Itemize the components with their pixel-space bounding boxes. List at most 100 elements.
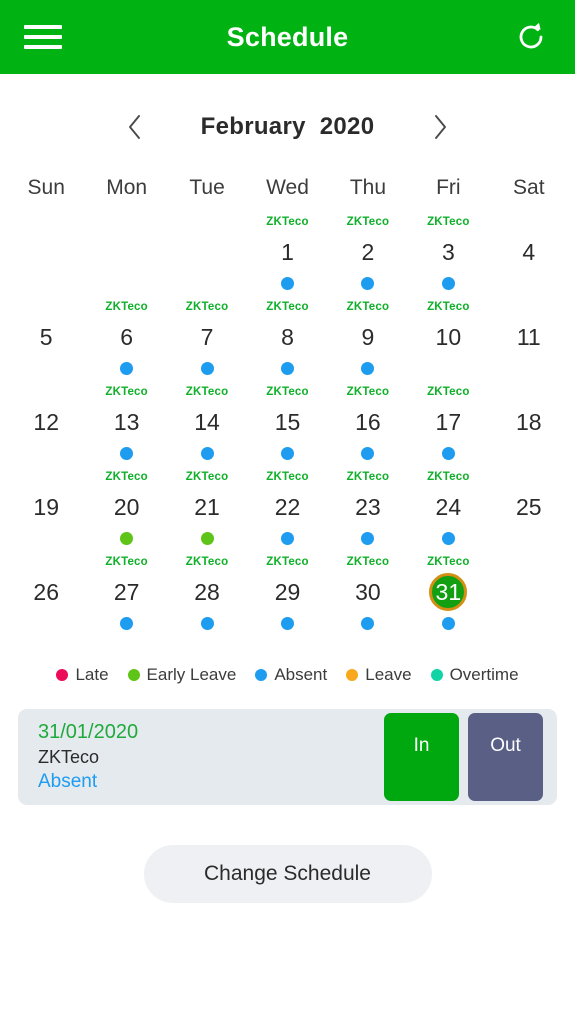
status-dot-absent [280,447,294,460]
calendar-empty-cell: xx [6,210,86,295]
chevron-right-icon[interactable] [413,104,469,150]
calendar-day-cell[interactable]: ZKTeco 22 [247,465,327,550]
page-title: Schedule [226,21,349,52]
status-dot-absent [441,277,455,290]
legend-label: Early Leave [146,665,237,684]
status-dot-absent [280,277,294,290]
day-of-week-tue: Tue [189,176,225,199]
calendar-day-cell[interactable]: ZKTeco 2 [328,210,408,295]
status-dot-absent [280,532,294,545]
day-shift-label: ZKTeco [427,556,470,568]
day-number: 21 [194,494,220,520]
calendar-day-cell[interactable]: x18 [489,380,569,465]
calendar-week-row: x5 ZKTeco 6 ZKTeco 7 ZKTeco 8 ZKTeco 9 ZKTeco 10 x1… [6,295,569,380]
day-shift-label: ZKTeco [185,471,229,483]
status-dot-absent [441,617,455,630]
day-number: 13 [113,409,140,435]
calendar-day-cell[interactable]: x5 [6,295,86,380]
day-number: 27 [113,579,140,605]
day-number: 16 [355,409,381,435]
calendar-day-cell[interactable]: ZKTeco 9 [328,295,408,380]
month-name: February [200,113,306,140]
calendar-day-cell[interactable]: ZKTeco 24 [408,465,488,550]
day-number: 26 [33,579,59,605]
change-schedule-button[interactable]: Change Schedule [143,845,432,903]
hamburger-bar [24,45,62,49]
day-detail-info: 31/01/2020 ZKTeco Absent [38,721,384,793]
calendar-day-cell[interactable]: ZKTeco 14 [167,380,247,465]
calendar-day-cell[interactable]: ZKTeco 30 [328,550,408,635]
legend-dot-early-leave [127,669,140,681]
day-number: 14 [194,409,220,435]
calendar-day-cell[interactable]: x4 [489,210,569,295]
day-shift-label: ZKTeco [266,216,309,228]
calendar-week-row: xxxxxx ZKTeco 1 ZKTeco 2 ZKTeco 3 x4 [6,210,569,295]
calendar-day-cell[interactable]: x12 [6,380,86,465]
status-dot-absent [200,447,214,460]
day-shift-label: ZKTeco [266,386,309,398]
day-shift-label: ZKTeco [427,386,470,398]
status-dot-absent [200,362,214,375]
hamburger-menu-icon[interactable] [24,22,62,52]
legend-item-leave: Leave [346,665,412,685]
calendar-day-cell[interactable]: ZKTeco 21 [167,465,247,550]
day-of-week-header: Sun Mon Tue Wed Thu Fri Sat [6,170,569,206]
calendar-day-cell[interactable]: x25 [489,465,569,550]
calendar-day-cell[interactable]: ZKTeco 31 [408,550,488,635]
punch-out-button[interactable]: Out [468,713,543,801]
calendar-weeks: xxxxxxZKTeco1ZKTeco2ZKTeco3x4x5ZKTeco6ZK… [6,210,569,635]
calendar-day-cell[interactable]: ZKTeco 13 [86,380,166,465]
calendar-day-cell[interactable]: ZKTeco 6 [86,295,166,380]
calendar-day-cell[interactable]: ZKTeco 29 [247,550,327,635]
refresh-icon[interactable] [511,17,551,57]
day-of-week-wed: Wed [266,176,309,199]
calendar-day-cell[interactable]: ZKTeco 27 [86,550,166,635]
calendar-day-cell[interactable]: ZKTeco 15 [247,380,327,465]
calendar-day-cell[interactable]: x19 [6,465,86,550]
status-dot-absent [120,447,134,460]
day-shift-label: ZKTeco [185,556,229,568]
app-bar: Schedule [0,0,575,74]
selected-day-number: 31 [429,573,468,611]
status-dot-absent [361,617,375,630]
status-dot-early_leave [120,532,134,545]
calendar-day-cell[interactable]: ZKTeco 16 [328,380,408,465]
month-year-label: February 2020 [163,113,413,141]
calendar-day-cell[interactable]: x26 [6,550,86,635]
calendar-day-cell[interactable]: ZKTeco 20 [86,465,166,550]
day-number: 5 [39,324,53,350]
calendar-day-cell[interactable]: ZKTeco 28 [167,550,247,635]
calendar-week-row: x19ZKTeco20ZKTeco21ZKTeco22ZKTeco23ZKTec… [6,465,569,550]
calendar-day-cell[interactable]: ZKTeco 3 [408,210,488,295]
day-shift-label: ZKTeco [346,471,390,483]
schedule-screen: Schedule February 2020 Sun Mon Tue Wed Thu Fri… [0,0,575,1024]
day-number: 2 [361,239,375,265]
chevron-left-icon[interactable] [107,104,163,150]
day-number: 7 [200,324,214,350]
legend-label: Late [75,665,109,684]
year-value: 2020 [319,113,375,140]
calendar-day-cell[interactable]: ZKTeco 17 [408,380,488,465]
day-shift-label: ZKTeco [266,556,309,568]
calendar-day-cell[interactable]: ZKTeco 1 [247,210,327,295]
day-shift-label: ZKTeco [427,216,470,228]
day-shift-label: ZKTeco [105,471,148,483]
day-number: 25 [515,494,542,520]
calendar-day-cell[interactable]: ZKTeco 10 [408,295,488,380]
day-number: 18 [515,409,542,435]
calendar-empty-cell: xx [86,210,166,295]
day-detail-card[interactable]: 31/01/2020 ZKTeco Absent In Out [18,709,557,805]
day-number: 6 [120,324,134,350]
calendar-day-cell[interactable]: x11 [489,295,569,380]
day-of-week-mon: Mon [106,176,148,199]
calendar-day-cell[interactable]: ZKTeco 23 [328,465,408,550]
status-dot-absent [441,447,455,460]
legend-item-early-leave: Early Leave [127,665,237,685]
calendar-day-cell[interactable]: ZKTeco 7 [167,295,247,380]
day-number: 9 [361,324,375,350]
status-legend: Late Early Leave Absent Leave Overtime [0,665,575,685]
detail-date: 31/01/2020 [38,721,139,743]
calendar-day-cell[interactable]: ZKTeco 8 [247,295,327,380]
punch-in-button[interactable]: In [384,713,459,801]
day-number: 22 [274,494,301,520]
